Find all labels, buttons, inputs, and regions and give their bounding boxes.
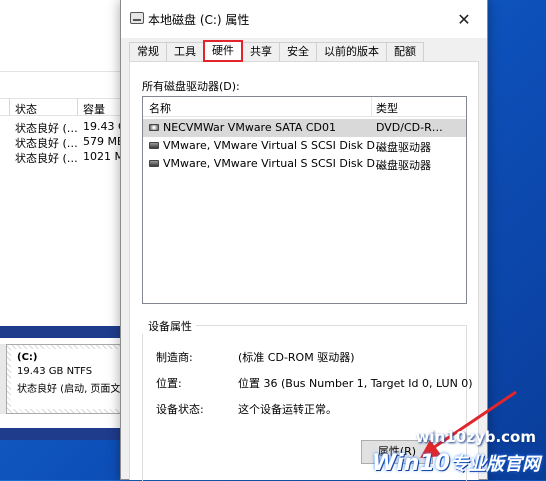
tab-hardware[interactable]: 硬件 — [203, 40, 243, 62]
location-label: 位置: — [156, 377, 182, 390]
tab-quota[interactable]: 配额 — [386, 42, 424, 62]
device-status-value: 这个设备运转正常。 — [238, 403, 337, 416]
device-name: VMware, VMware Virtual S SCSI Disk D… — [163, 157, 386, 170]
disk-header-strip — [0, 326, 140, 338]
close-button[interactable]: ✕ — [441, 0, 487, 38]
tab-previous-versions[interactable]: 以前的版本 — [316, 42, 387, 62]
column-header-status[interactable]: 状态 — [15, 101, 37, 117]
hardware-tab-panel: 所有磁盘驱动器(D): 名称 类型 NECVMWar VMware SATA C… — [129, 61, 479, 481]
device-type: DVD/CD-R… — [376, 121, 443, 134]
tab-security[interactable]: 安全 — [279, 42, 317, 62]
cdrom-icon — [149, 124, 159, 131]
device-row[interactable]: NECVMWar VMware SATA CD01 DVD/CD-R… — [143, 119, 466, 137]
drive-icon — [130, 12, 144, 24]
device-list[interactable]: 名称 类型 NECVMWar VMware SATA CD01 DVD/CD-R… — [142, 96, 467, 304]
disk-management-window: 状态 容量 状态良好 (… 19.43 GB 状态良好 (… 579 MB 状态… — [0, 0, 140, 440]
partition-label: (C:) — [17, 352, 38, 363]
device-list-header: 名称 类型 — [143, 97, 466, 117]
column-separator — [77, 98, 78, 116]
dialog-title: 本地磁盘 (C:) 属性 — [148, 13, 250, 27]
disk-icon — [149, 142, 159, 149]
tab-tools[interactable]: 工具 — [166, 42, 204, 62]
device-name: NECVMWar VMware SATA CD01 — [163, 121, 336, 134]
partition-status: 状态良好 (启动, 页面文 — [17, 384, 121, 395]
device-status-label: 设备状态: — [156, 403, 204, 416]
volume-status: 状态良好 (… — [15, 137, 78, 150]
volume-list-header: 状态 容量 — [0, 98, 140, 116]
column-separator[interactable] — [371, 97, 372, 117]
volume-capacity: 579 MB — [83, 135, 125, 148]
device-type: 磁盘驱动器 — [376, 159, 431, 172]
volume-row[interactable]: 状态良好 (… 1021 M — [0, 150, 140, 165]
column-header-capacity[interactable]: 容量 — [83, 101, 105, 117]
device-type: 磁盘驱动器 — [376, 141, 431, 154]
device-properties-title: 设备属性 — [142, 318, 196, 334]
site-watermark: win10zyb.com Win10专业版官网 — [360, 428, 546, 480]
column-header-name[interactable]: 名称 — [149, 100, 171, 116]
device-row[interactable]: VMware, VMware Virtual S SCSI Disk D… 磁盘… — [143, 137, 466, 155]
device-row[interactable]: VMware, VMware Virtual S SCSI Disk D… 磁盘… — [143, 155, 466, 173]
column-separator — [9, 98, 10, 116]
volume-status: 状态良好 (… — [15, 152, 78, 165]
location-value: 位置 36 (Bus Number 1, Target Id 0, LUN 0) — [238, 377, 473, 390]
watermark-url: win10zyb.com — [415, 428, 536, 446]
disk-icon — [149, 160, 159, 167]
volume-row[interactable]: 状态良好 (… 19.43 GB — [0, 120, 140, 135]
tab-bar: 常规 工具 硬件 共享 安全 以前的版本 配额 — [129, 40, 424, 62]
tab-sharing[interactable]: 共享 — [242, 42, 280, 62]
manufacturer-value: (标准 CD-ROM 驱动器) — [238, 351, 355, 364]
volume-status: 状态良好 (… — [15, 122, 78, 135]
dialog-titlebar[interactable]: 本地磁盘 (C:) 属性 ✕ — [121, 0, 487, 38]
close-icon: ✕ — [457, 9, 471, 29]
column-header-type[interactable]: 类型 — [376, 100, 398, 116]
device-name: VMware, VMware Virtual S SCSI Disk D… — [163, 139, 386, 152]
volume-row[interactable]: 状态良好 (… 579 MB — [0, 135, 140, 150]
tab-general[interactable]: 常规 — [129, 42, 167, 62]
disk-management-titlebar — [0, 0, 139, 72]
partition-size: 19.43 GB NTFS — [17, 366, 93, 377]
all-disks-label: 所有磁盘驱动器(D): — [142, 80, 240, 93]
watermark-brand-cn: 专业版官网 — [450, 454, 541, 475]
disk-footer-strip — [0, 428, 140, 440]
watermark-brand-latin: Win10 — [372, 451, 451, 476]
manufacturer-label: 制造商: — [156, 351, 193, 364]
watermark-brand: Win10专业版官网 — [372, 450, 540, 476]
volume-capacity: 1021 M — [83, 150, 124, 163]
disk-properties-dialog: 本地磁盘 (C:) 属性 ✕ 常规 工具 硬件 共享 安全 以前的版本 配额 所… — [120, 0, 488, 481]
